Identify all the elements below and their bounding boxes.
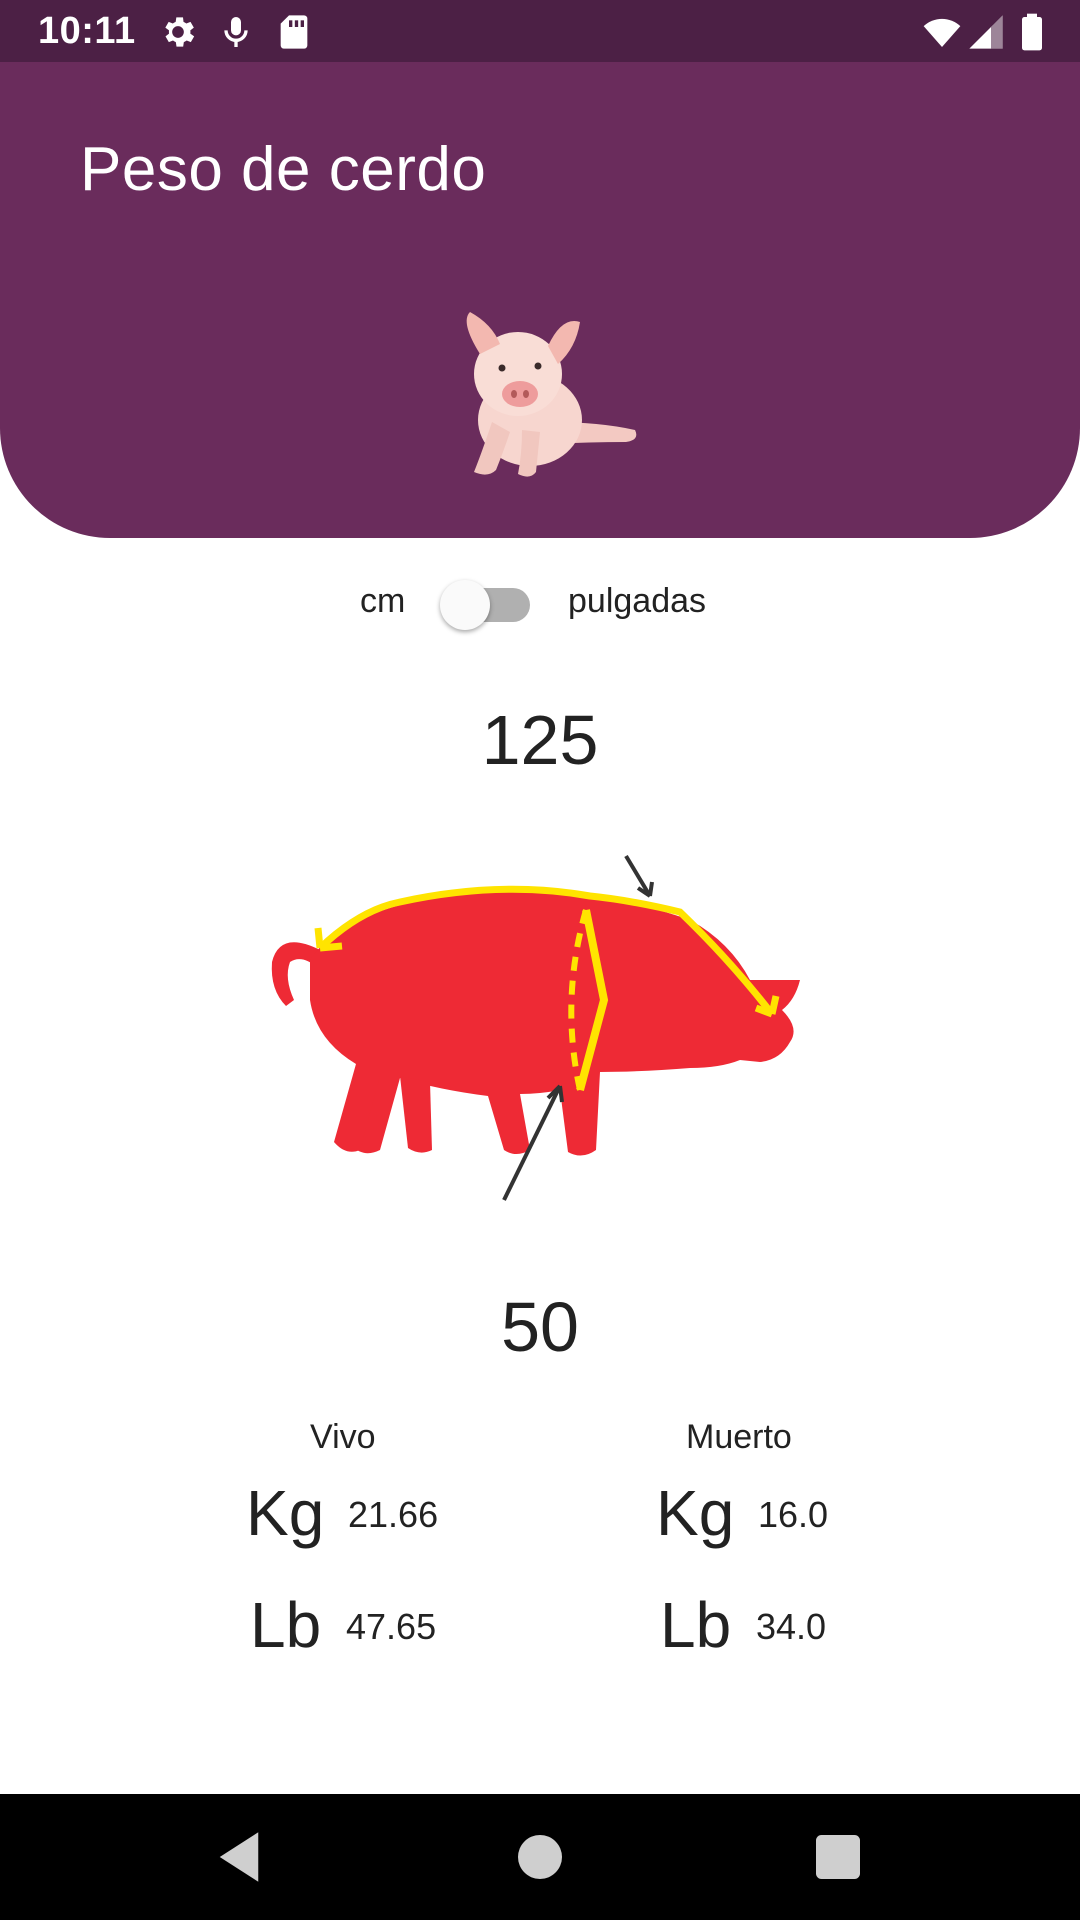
unit-label-inches: pulgadas — [568, 582, 707, 620]
dead-lb-label: Lb — [660, 1589, 732, 1661]
switch-thumb — [440, 580, 490, 630]
battery-icon — [1012, 12, 1052, 52]
dead-lb-value: 34.0 — [756, 1606, 827, 1647]
alive-lb-value: 47.65 — [346, 1606, 437, 1647]
status-time: 10:11 — [38, 10, 136, 52]
mic-icon — [216, 12, 256, 52]
back-icon[interactable] — [206, 1824, 272, 1890]
alive-lb-label: Lb — [250, 1589, 322, 1661]
girth-value[interactable]: 50 — [0, 1287, 1080, 1367]
dead-title: Muerto — [686, 1418, 792, 1456]
length-value[interactable]: 125 — [0, 700, 1080, 780]
gear-icon — [158, 12, 198, 52]
signal-icon — [966, 12, 1006, 52]
system-nav-bar — [0, 1794, 1080, 1920]
app-header: Peso de cerdo — [0, 62, 1080, 538]
sd-card-icon — [274, 12, 314, 52]
alive-kg-label: Kg — [246, 1477, 325, 1549]
unit-switch-row: cm pulgadas — [0, 576, 1080, 630]
piglet-image — [430, 302, 650, 482]
dead-kg-label: Kg — [656, 1477, 735, 1549]
home-icon[interactable] — [507, 1824, 573, 1890]
wifi-icon — [922, 12, 962, 52]
alive-title: Vivo — [310, 1418, 376, 1456]
page-title: Peso de cerdo — [80, 135, 487, 204]
recents-icon[interactable] — [805, 1824, 871, 1890]
unit-toggle-switch[interactable] — [440, 580, 532, 630]
alive-kg-value: 21.66 — [348, 1494, 439, 1535]
pig-measurement-diagram — [260, 850, 820, 1210]
status-bar: 10:11 — [0, 0, 1080, 62]
dead-kg-value: 16.0 — [758, 1494, 829, 1535]
unit-label-cm: cm — [360, 582, 406, 620]
